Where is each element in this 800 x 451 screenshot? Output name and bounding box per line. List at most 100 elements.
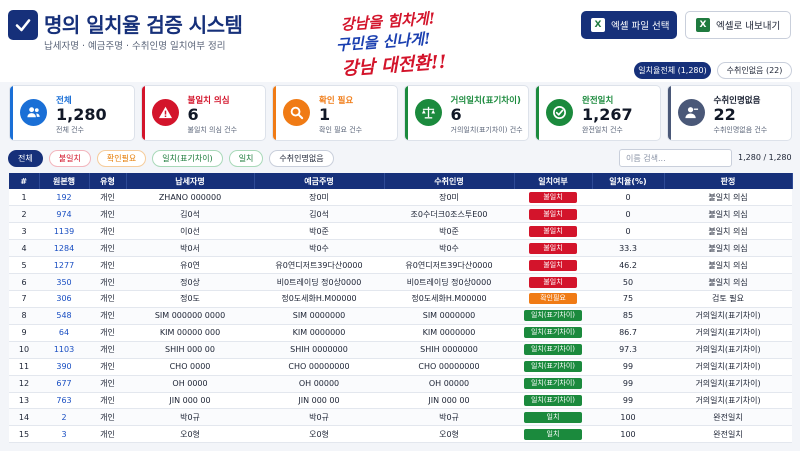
cell-index: 8 — [9, 307, 39, 325]
col-header-index[interactable]: # — [9, 173, 40, 189]
col-header-verdict[interactable]: 판정 — [664, 173, 793, 189]
cell-source-row[interactable]: 64 — [39, 324, 89, 342]
filter-no-recipient[interactable]: 수취인명없음 — [269, 150, 334, 167]
table-row[interactable]: 14 2 개인 박0규 박0규 박0규 일치 100 완전일치 — [9, 408, 792, 427]
name-search-input[interactable] — [619, 149, 732, 167]
cell-recipient: 장0미 — [384, 189, 514, 207]
col-header-recipient[interactable]: 수취인명 — [384, 173, 515, 189]
cell-recipient: 오0형 — [384, 425, 514, 444]
col-header-match-status[interactable]: 일치여부 — [514, 173, 593, 189]
cell-type: 개인 — [89, 239, 126, 258]
cell-source-row[interactable]: 390 — [39, 358, 89, 376]
no-recipient-pill[interactable]: 수취인없음 (22) — [717, 62, 792, 79]
filter-mismatch[interactable]: 불일치 — [48, 150, 91, 167]
col-header-match-rate[interactable]: 일치율(%) — [592, 173, 665, 189]
table-row[interactable]: 4 1284 개인 박0서 박0수 박0수 불일치 33.3 불일치 의심 — [9, 239, 792, 258]
all-mismatch-pill[interactable]: 일치율전체 (1,280) — [634, 62, 711, 79]
cell-match-status: 일치 — [514, 425, 592, 444]
cell-type: 개인 — [89, 273, 126, 292]
table-row[interactable]: 15 3 개인 오0형 오0형 오0형 일치 100 완전일치 — [9, 425, 792, 444]
card-total[interactable]: 전체 1,280 전체 건수 — [9, 85, 135, 141]
cell-index: 13 — [9, 392, 39, 410]
cell-verdict: 거의일치(표기차이) — [664, 307, 792, 325]
cell-type: 개인 — [89, 307, 126, 325]
cell-type: 개인 — [89, 425, 126, 444]
card-mismatch[interactable]: 불일치 의심 6 불일치 의심 건수 — [140, 85, 266, 141]
cell-index: 9 — [9, 324, 39, 342]
cell-account-holder: SIM 0000000 — [254, 307, 384, 325]
filter-check-needed[interactable]: 확인필요 — [96, 150, 147, 167]
app-subtitle: 납세자명 · 예금주명 · 수취인명 일치여부 정리 — [44, 41, 226, 52]
cell-source-row[interactable]: 1103 — [39, 341, 89, 359]
card-value: 1 — [319, 105, 331, 124]
cell-recipient: OH 00000 — [384, 375, 514, 393]
cell-taxpayer: ZHANO 000000 — [126, 189, 254, 207]
app-title: 명의 일치율 검증 시스템 — [44, 13, 243, 37]
cell-source-row[interactable]: 2 — [39, 408, 89, 427]
warning-icon — [151, 99, 179, 126]
table-row[interactable]: 1 192 개인 ZHANO 000000 장0미 장0미 불일치 0 불일치 의심 — [9, 189, 792, 207]
cell-match-status: 불일치 — [514, 273, 592, 292]
table-row[interactable]: 3 1139 개인 이0선 박0준 박0준 불일치 0 불일치 의심 — [9, 222, 792, 241]
cell-taxpayer: 이0선 — [126, 222, 254, 241]
card-near-match[interactable]: 거의일치(표기차이) 6 거의일치(표기차이) 건수 — [403, 85, 529, 141]
cell-source-row[interactable]: 974 — [39, 205, 89, 224]
cell-match-status: 확인필요 — [514, 290, 592, 308]
col-header-type[interactable]: 유형 — [89, 173, 127, 189]
table-row[interactable]: 12 677 개인 OH 0000 OH 00000 OH 00000 일치(표기차이) 99… — [9, 375, 792, 393]
table-row[interactable]: 13 763 개인 JIN 000 00 JIN 000 00 JIN 000 00 일치(… — [9, 392, 792, 410]
cell-source-row[interactable]: 350 — [39, 273, 89, 292]
search-icon — [283, 99, 310, 126]
cell-source-row[interactable]: 1139 — [39, 222, 89, 241]
cell-recipient: 유0연디저트39다산0000 — [384, 256, 514, 275]
table-row[interactable]: 2 974 개인 김0석 김0석 조0수더크0조스투E00 불일치 0 불일치 의심 — [9, 205, 792, 224]
cell-match-rate: 97.3 — [592, 341, 664, 359]
col-header-source-row[interactable]: 원본행 — [39, 173, 90, 189]
cell-account-holder: CHO 00000000 — [254, 358, 384, 376]
cell-type: 개인 — [89, 324, 126, 342]
status-badge: 불일치 — [529, 208, 577, 220]
cell-verdict: 불일치 의심 — [664, 239, 792, 258]
cell-index: 10 — [9, 341, 39, 359]
cell-taxpayer: JIN 000 00 — [126, 392, 254, 410]
cell-source-row[interactable]: 3 — [39, 425, 89, 444]
table-row[interactable]: 6 350 개인 정0상 비0트레이딩 정0상0000 비0트레이딩 정0상0000 불일치… — [9, 273, 792, 292]
table-row[interactable]: 9 64 개인 KIM 00000 000 KIM 0000000 KIM 0000000… — [9, 324, 792, 342]
table-row[interactable]: 11 390 개인 CHO 0000 CHO 00000000 CHO 00000000 일… — [9, 358, 792, 376]
cell-type: 개인 — [89, 189, 126, 207]
cell-match-rate: 0 — [592, 205, 664, 224]
cell-match-rate: 100 — [592, 408, 664, 427]
table-row[interactable]: 8 548 개인 SIM 000000 0000 SIM 0000000 SIM 0000… — [9, 307, 792, 325]
export-excel-button[interactable]: X 엑셀로 내보내기 — [685, 11, 791, 39]
cell-match-rate: 0 — [592, 222, 664, 241]
card-check-needed[interactable]: 확인 필요 1 확인 필요 건수 — [272, 85, 398, 141]
table-row[interactable]: 7 306 개인 정0도 정0도세화H.M00000 정0도세화H.M00000 확인필요 7… — [9, 290, 792, 308]
card-value: 22 — [713, 105, 736, 124]
cell-source-row[interactable]: 763 — [39, 392, 89, 410]
cell-match-status: 불일치 — [514, 222, 592, 241]
card-full-match[interactable]: 완전일치 1,267 완전일치 건수 — [535, 85, 661, 141]
filter-match[interactable]: 일치 — [228, 150, 264, 167]
cell-source-row[interactable]: 306 — [39, 290, 89, 308]
col-header-taxpayer[interactable]: 납세자명 — [126, 173, 255, 189]
table-row[interactable]: 10 1103 개인 SHIH 000 00 SHIH 0000000 SHIH 0000… — [9, 341, 792, 359]
cell-match-rate: 99 — [592, 358, 664, 376]
cell-recipient: 박0수 — [384, 239, 514, 258]
col-header-account-holder[interactable]: 예금주명 — [254, 173, 385, 189]
status-badge: 불일치 — [529, 242, 577, 254]
cell-match-rate: 100 — [592, 425, 664, 444]
cell-account-holder: JIN 000 00 — [254, 392, 384, 410]
cell-source-row[interactable]: 192 — [39, 189, 89, 207]
cell-source-row[interactable]: 1284 — [39, 239, 89, 258]
card-no-recipient[interactable]: 수취인명없음 22 수취인명없음 건수 — [666, 85, 792, 141]
table-row[interactable]: 5 1277 개인 유0연 유0연디저트39다산0000 유0연디저트39다산0000 불일… — [9, 256, 792, 275]
cell-source-row[interactable]: 1277 — [39, 256, 89, 275]
cell-source-row[interactable]: 677 — [39, 375, 89, 393]
cell-recipient: SIM 0000000 — [384, 307, 514, 325]
filter-near-match[interactable]: 일치(표기차이) — [152, 150, 223, 167]
cell-account-holder: 박0규 — [254, 408, 384, 427]
cell-source-row[interactable]: 548 — [39, 307, 89, 325]
filter-all[interactable]: 전체 — [8, 150, 43, 167]
select-excel-button[interactable]: X 엑셀 파일 선택 — [581, 11, 677, 39]
status-badge: 일치(표기차이) — [524, 395, 582, 407]
